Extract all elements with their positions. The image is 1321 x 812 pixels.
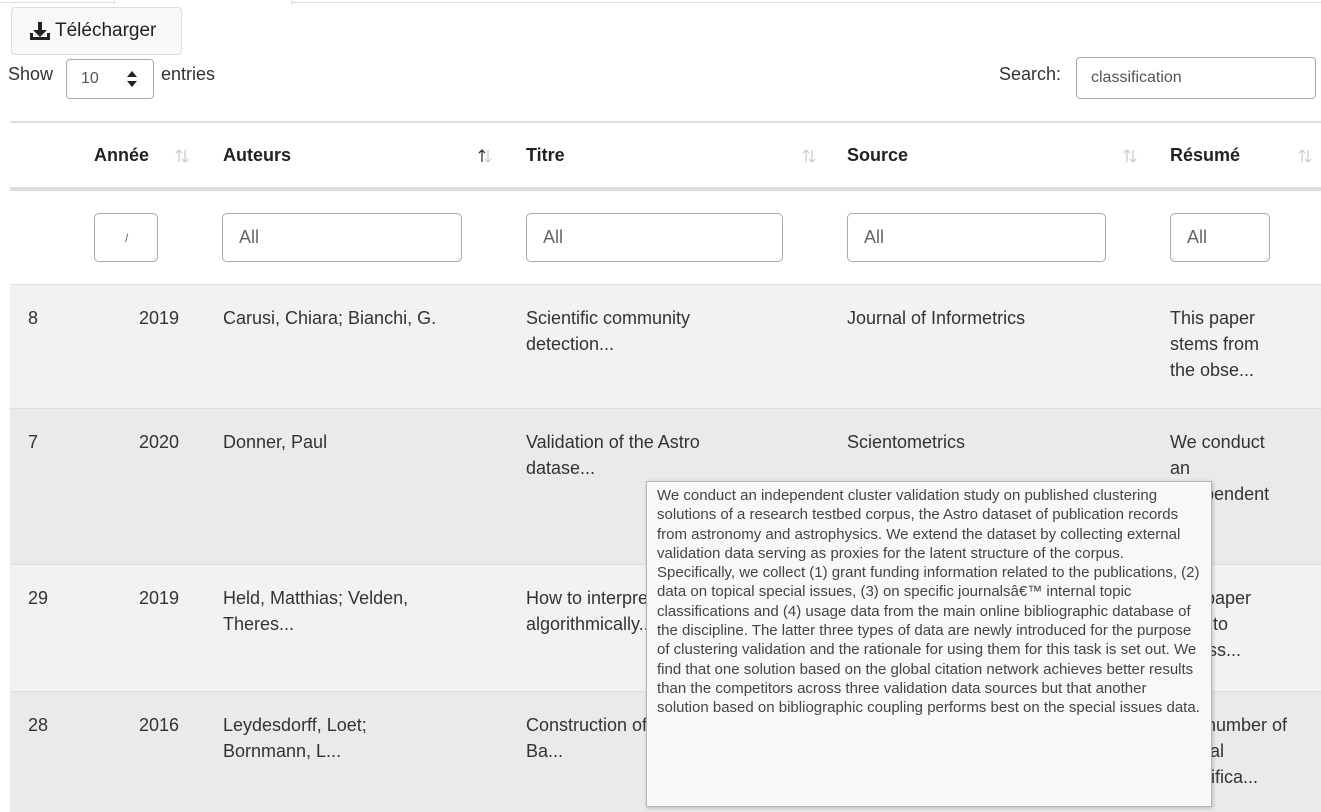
sort-both-icon[interactable] <box>175 149 189 168</box>
cell-auteurs: Carusi, Chiara; Bianchi, G. <box>223 305 436 331</box>
cell-line: We conduct <box>1170 432 1265 452</box>
cell-titre: Validation of the Astro datase... <box>526 429 700 481</box>
cell-line: Construction of a <box>526 715 663 735</box>
tab-divider <box>114 0 115 4</box>
filter-resume[interactable]: All <box>1170 213 1270 262</box>
cell-resume[interactable]: This paper stems from the obse... <box>1170 305 1259 383</box>
cell-auteurs: Held, Matthias; Velden, Theres... <box>223 585 408 637</box>
cell-line: Leydesdorff, Loet; <box>223 715 367 735</box>
cell-line: datase... <box>526 458 596 478</box>
table-header: Année Auteurs Titre Source Résumé <box>10 123 1321 187</box>
col-header-auteurs[interactable]: Auteurs <box>223 145 291 166</box>
cell-auteurs: Leydesdorff, Loet; Bornmann, L... <box>223 712 367 764</box>
sort-both-icon[interactable] <box>1123 149 1137 168</box>
sort-both-icon[interactable] <box>478 149 492 168</box>
cell-line: detection... <box>526 334 615 354</box>
cell-annee: 2019 <box>139 588 180 608</box>
cell-line: Held, Matthias; Velden, <box>223 588 409 608</box>
cell-titre: Construction of a Ba... <box>526 712 662 764</box>
cell-line: the obse... <box>1170 360 1255 380</box>
col-header-annee[interactable]: Année <box>94 145 149 166</box>
cell-titre: Scientific community detection... <box>526 305 690 357</box>
cell-id: 7 <box>28 432 39 452</box>
cell-line: Bornmann, L... <box>223 741 342 761</box>
filter-annee[interactable]: / <box>94 213 158 262</box>
cell-annee: 2019 <box>139 308 180 328</box>
col-header-titre[interactable]: Titre <box>526 145 565 166</box>
col-header-resume[interactable]: Résumé <box>1170 145 1240 166</box>
cell-annee: 2020 <box>139 432 180 452</box>
cell-line: This paper <box>1170 308 1256 328</box>
download-label: Télécharger <box>55 20 157 41</box>
cell-line: Ba... <box>526 741 564 761</box>
sort-both-icon[interactable] <box>1298 149 1312 168</box>
cell-source: Journal of Informetrics <box>847 305 1025 331</box>
cell-source: Scientometrics <box>847 429 965 455</box>
cell-line: Donner, Paul <box>223 432 328 452</box>
column-filters: / All All All All <box>10 191 1321 284</box>
cell-annee: 2016 <box>139 715 180 735</box>
col-header-source[interactable]: Source <box>847 145 908 166</box>
page-length-select[interactable]: 10 <box>66 59 154 99</box>
cell-line: Carusi, Chiara; Bianchi, G. <box>223 308 437 328</box>
cell-id: 29 <box>28 588 49 608</box>
search-label: Search: <box>999 64 1062 84</box>
filter-titre[interactable]: All <box>526 213 783 262</box>
entries-label: entries <box>161 64 216 84</box>
table-row[interactable]: 8 2019 Carusi, Chiara; Bianchi, G. Scien… <box>10 284 1321 409</box>
cell-line: an <box>1170 458 1191 478</box>
cell-line: Journal of Informetrics <box>847 308 1026 328</box>
cell-line: Scientific community <box>526 308 691 328</box>
filter-source[interactable]: All <box>847 213 1106 262</box>
abstract-tooltip: We conduct an independent cluster valida… <box>646 481 1212 807</box>
cell-line: Scientometrics <box>847 432 966 452</box>
cell-line: Validation of the Astro <box>526 432 700 452</box>
download-icon <box>29 21 51 41</box>
cell-line: Theres... <box>223 614 295 634</box>
cell-line: algorithmically... <box>526 614 654 634</box>
cell-line: How to interpret <box>526 588 654 608</box>
filter-auteurs[interactable]: All <box>222 213 462 262</box>
cell-auteurs: Donner, Paul <box>223 429 327 455</box>
select-arrows-icon <box>127 71 137 92</box>
cell-id: 8 <box>28 308 39 328</box>
sort-both-icon[interactable] <box>802 149 816 168</box>
search-input[interactable] <box>1076 57 1316 99</box>
cell-id: 28 <box>28 715 49 735</box>
page-length-value: 10 <box>81 70 99 87</box>
download-button[interactable]: Télécharger <box>11 7 182 55</box>
cell-titre: How to interpret algorithmically... <box>526 585 654 637</box>
tab-bar-edge <box>0 0 1321 4</box>
tab-edge-left <box>0 2 114 3</box>
cell-line: stems from <box>1170 334 1260 354</box>
show-label: Show <box>8 64 54 84</box>
tab-edge-right <box>291 2 1321 3</box>
